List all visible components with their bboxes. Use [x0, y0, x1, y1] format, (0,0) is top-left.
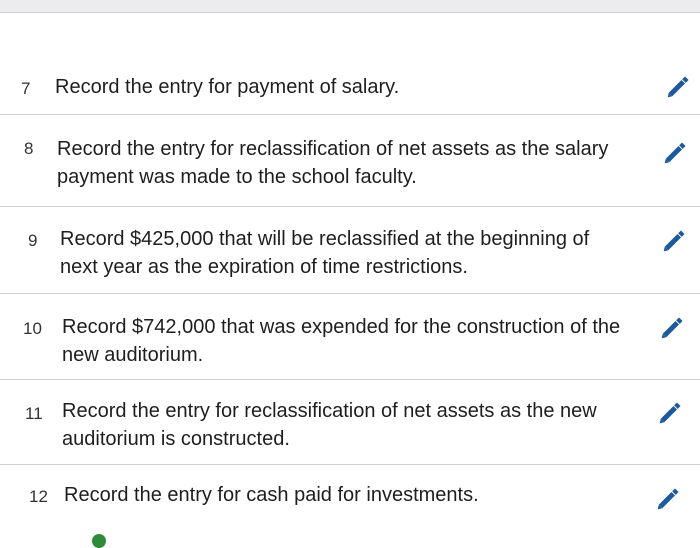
pencil-icon[interactable] [664, 71, 694, 101]
item-number: 7 [21, 79, 31, 98]
item-number: 11 [25, 404, 43, 423]
pencil-icon[interactable] [661, 137, 691, 167]
item-text: Record the entry for reclassification of… [57, 138, 609, 188]
journal-entry-list: 7 Record the entry for payment of salary… [0, 57, 700, 520]
item-number: 8 [24, 139, 34, 158]
top-toolbar-strip [0, 0, 700, 13]
item-text: Record the entry for payment of salary. [55, 76, 400, 98]
item-number: 12 [29, 487, 48, 506]
item-text: Record $425,000 that will be reclassifie… [60, 228, 590, 278]
list-item[interactable]: 8 Record the entry for reclassification … [0, 115, 700, 207]
list-item[interactable]: 9 Record $425,000 that will be reclassif… [0, 207, 700, 294]
list-item[interactable]: 10 Record $742,000 that was expended for… [0, 294, 700, 380]
pencil-icon[interactable] [660, 225, 690, 255]
pencil-icon[interactable] [658, 312, 688, 342]
bottom-partial-row [0, 518, 700, 548]
item-text: Record $742,000 that was expended for th… [62, 316, 621, 366]
pencil-icon[interactable] [654, 483, 684, 513]
item-number: 9 [28, 231, 38, 250]
item-text: Record the entry for cash paid for inves… [64, 484, 479, 506]
list-item[interactable]: 11 Record the entry for reclassification… [0, 380, 700, 465]
pencil-icon[interactable] [656, 397, 686, 427]
list-item[interactable]: 12 Record the entry for cash paid for in… [0, 465, 700, 520]
item-number: 10 [23, 319, 42, 338]
list-item[interactable]: 7 Record the entry for payment of salary… [0, 57, 700, 115]
status-dot [92, 534, 106, 548]
item-text: Record the entry for reclassification of… [62, 400, 597, 450]
